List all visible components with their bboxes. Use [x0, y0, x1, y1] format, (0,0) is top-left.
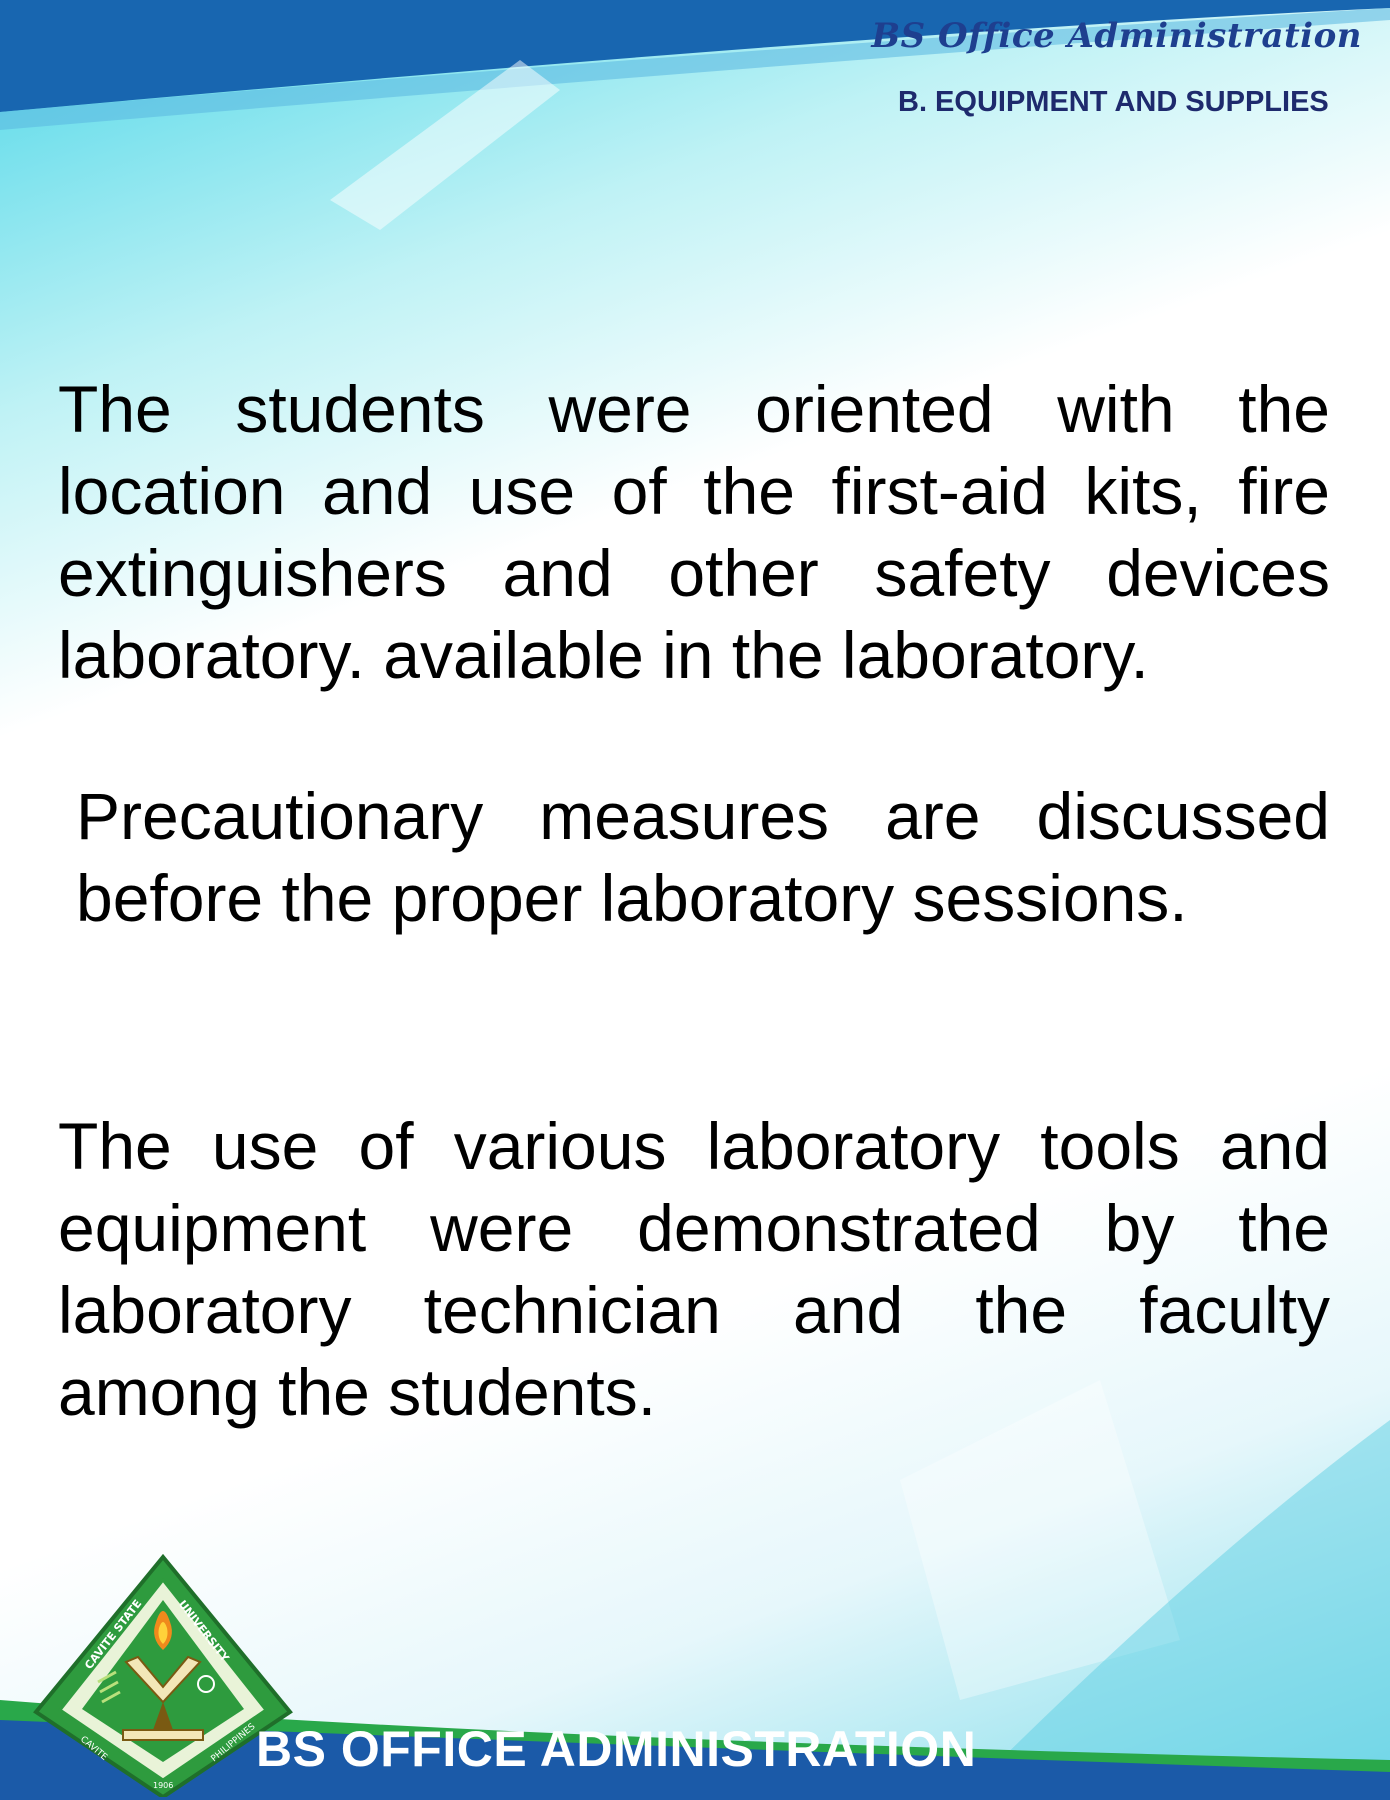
body-paragraph: The students were oriented with the loca…	[58, 372, 1330, 692]
paragraph-block-2: Precautionary measures are discussed bef…	[58, 775, 1330, 939]
body-paragraph: Precautionary measures are discussed bef…	[76, 779, 1330, 935]
footer-program-title: BS OFFICE ADMINISTRATION	[256, 1721, 977, 1777]
section-title: B. EQUIPMENT AND SUPPLIES	[898, 86, 1329, 118]
body-paragraph: The use of various laboratory tools and …	[58, 1109, 1330, 1429]
svg-text:1906: 1906	[153, 1781, 173, 1790]
paragraph-block-3: The use of various laboratory tools and …	[58, 1105, 1330, 1433]
program-script-title: BS Office Administration	[871, 16, 1362, 56]
paragraph-block-1: The students were oriented with the loca…	[58, 368, 1330, 696]
